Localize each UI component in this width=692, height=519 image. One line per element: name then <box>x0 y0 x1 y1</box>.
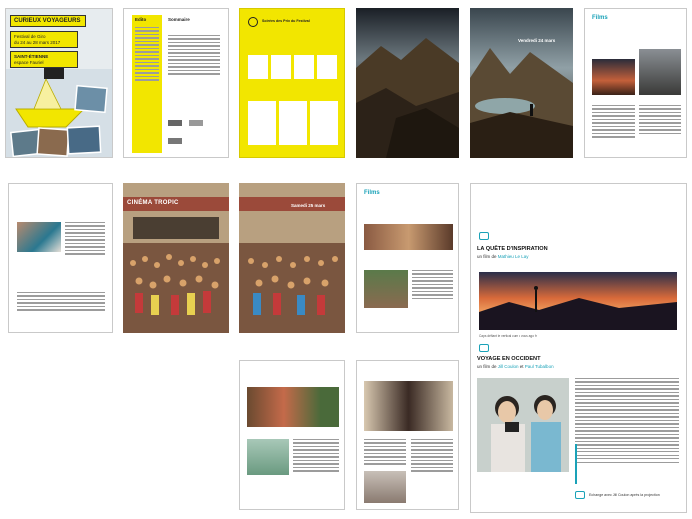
films-4-text-2 <box>411 439 453 474</box>
film1-byline: un film de Mathieu Le Lay <box>477 254 529 259</box>
film1-title: LA QUÊTE D'INSPIRATION <box>477 246 548 252</box>
films-2-text <box>412 270 453 301</box>
mountain-date: Vendredi 24 mars <box>518 38 556 43</box>
films-3-text <box>293 439 339 474</box>
page-featured-films: LA QUÊTE D'INSPIRATION un film de Mathie… <box>470 183 687 513</box>
camera-icon-2 <box>479 344 489 352</box>
cover-city-line2: espace Fauriel <box>14 59 44 65</box>
film2-byline: un film de Jill Coulon et Paul Tubalbon <box>477 364 554 369</box>
page-films-1: Films <box>584 8 687 158</box>
sommaire-logos <box>168 113 220 144</box>
prizes-card-row-1 <box>248 55 338 79</box>
films-text-1 <box>592 105 635 140</box>
films-3-photo-1 <box>247 387 339 427</box>
film2-director-2: Paul Tubalbon <box>524 364 554 369</box>
page-edito-sommaire: Edito Sommaire <box>123 8 229 158</box>
page-mountain-left <box>356 8 459 158</box>
films-4-text <box>364 439 406 467</box>
cover-festival-dates: Festival de Giro du 24 au 28 mars 2017 <box>10 31 78 48</box>
film1-sunset-photo <box>479 272 677 330</box>
prizes-heading: Soirées des Prix du Festival <box>262 19 310 23</box>
page-films-2: Films <box>356 183 459 333</box>
sommaire-heading: Sommaire <box>168 17 190 22</box>
films-heading-2: Films <box>364 190 380 196</box>
page-films-4 <box>356 360 459 510</box>
cover-location: SAINT-ÉTIENNE espace Fauriel <box>10 51 78 68</box>
cinema-sign: CINÉMA TROPIC <box>127 200 179 206</box>
page-cinema-right: Samedi 25 mars <box>239 183 345 333</box>
page-mountain-right: Vendredi 24 mars <box>470 8 573 158</box>
page-text-portrait <box>8 183 113 333</box>
sommaire-list <box>168 35 220 77</box>
films-photo-sunset <box>592 59 635 95</box>
film2-title: VOYAGE EN OCCIDENT <box>477 356 541 362</box>
page-cover: CURIEUX VOYAGEURS Festival de Giro du 24… <box>5 8 113 158</box>
film1-by-prefix: un film de <box>477 254 498 259</box>
films-3-photo-2 <box>247 439 289 475</box>
page-cinema-left: CINÉMA TROPIC <box>123 183 229 333</box>
films-4-photo-1 <box>364 381 453 431</box>
film2-director-1: Jill Coulon <box>497 364 519 369</box>
films-heading-1: Films <box>592 15 608 21</box>
page-films-3 <box>239 360 345 510</box>
film2-portrait-photo <box>477 378 569 472</box>
page-portrait-photo <box>17 222 61 252</box>
cover-subtitle-line2: du 24 au 28 mars 2017 <box>14 39 61 45</box>
page-prizes: Soirées des Prix du Festival <box>239 8 345 158</box>
film1-caption: Caps défiant le vertical cum • vous ago … <box>479 334 537 338</box>
cinema-date: Samedi 25 mars <box>291 203 326 208</box>
portrait-text-block <box>17 292 105 313</box>
films-2-photo-2 <box>364 270 408 308</box>
mountain-photo-left <box>356 8 459 158</box>
prizes-card-row-2 <box>248 101 338 145</box>
films-text-2 <box>639 105 681 136</box>
camera-icon-1 <box>479 232 489 240</box>
camera-logo-icon <box>248 17 258 27</box>
footer-camera-icon <box>575 491 585 499</box>
edito-heading: Edito <box>135 17 147 22</box>
film1-director: Mathieu Le Lay <box>497 254 529 259</box>
featured-footer: Echange avec Jill Coulon après la projec… <box>589 493 660 497</box>
portrait-text-col <box>65 222 105 257</box>
mountain-photo-right <box>470 8 573 158</box>
film2-by-prefix: un film de <box>477 364 498 369</box>
films-4-photo-2 <box>364 471 406 503</box>
films-photo-portrait <box>639 49 681 95</box>
edito-text <box>135 27 159 83</box>
cover-title: CURIEUX VOYAGEURS <box>10 15 86 27</box>
films-2-photo-1 <box>364 224 453 250</box>
film2-quote <box>575 444 679 484</box>
